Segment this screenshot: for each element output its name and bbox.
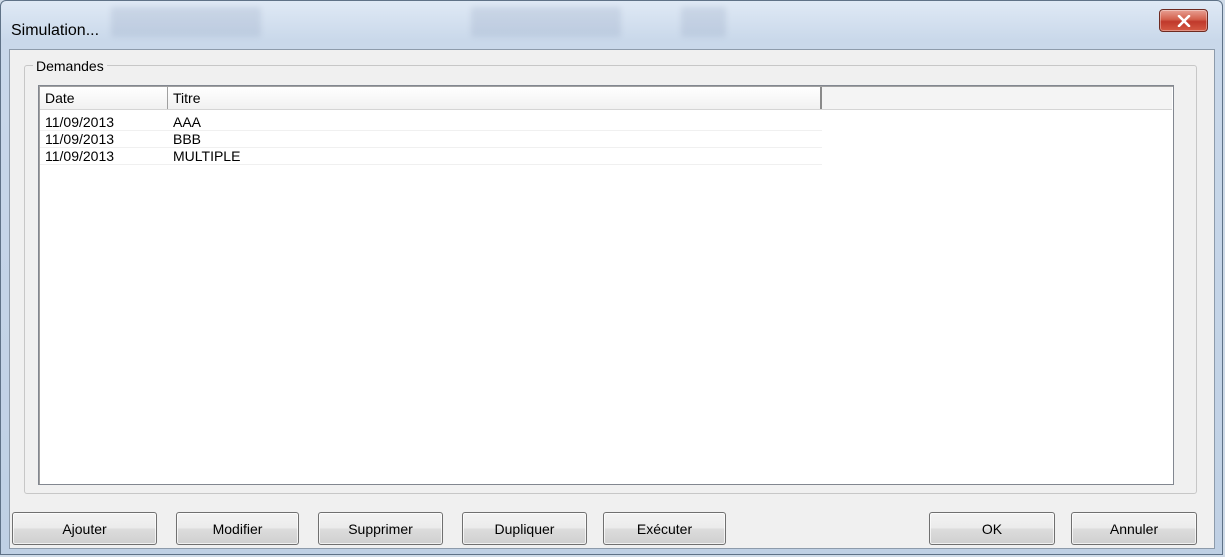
title-bar[interactable]: Simulation... (1, 1, 1222, 49)
dialog-client-area: Demandes Date Titre 11/09/2013 AAA 11/09… (9, 49, 1215, 549)
modifier-button[interactable]: Modifier (176, 512, 299, 545)
list-row[interactable]: 11/09/2013 MULTIPLE (40, 148, 822, 165)
dupliquer-button[interactable]: Dupliquer (462, 512, 587, 545)
demandes-list[interactable]: Date Titre 11/09/2013 AAA 11/09/2013 BBB… (38, 85, 1174, 485)
close-icon (1177, 14, 1191, 27)
row-titre: BBB (173, 131, 202, 147)
ajouter-button[interactable]: Ajouter (12, 512, 157, 545)
annuler-button[interactable]: Annuler (1071, 512, 1197, 545)
supprimer-button[interactable]: Supprimer (318, 512, 443, 545)
row-date: 11/09/2013 (45, 148, 115, 164)
list-rows: 11/09/2013 AAA 11/09/2013 BBB 11/09/2013… (40, 114, 822, 165)
row-date: 11/09/2013 (45, 131, 115, 147)
window-title: Simulation... (11, 22, 100, 39)
ok-button[interactable]: OK (929, 512, 1055, 545)
list-header: Date Titre (40, 87, 1172, 110)
executer-button[interactable]: Exécuter (603, 512, 726, 545)
list-row[interactable]: 11/09/2013 BBB (40, 131, 822, 148)
column-header-titre[interactable]: Titre (168, 87, 822, 109)
row-titre: AAA (173, 114, 202, 130)
list-row[interactable]: 11/09/2013 AAA (40, 114, 822, 131)
row-date: 11/09/2013 (45, 114, 115, 130)
row-titre: MULTIPLE (173, 148, 241, 164)
groupbox-label: Demandes (33, 58, 107, 74)
simulation-dialog: Simulation... Demandes Date Titre 11/09/… (0, 0, 1223, 555)
close-button[interactable] (1159, 9, 1208, 32)
column-header-date[interactable]: Date (40, 87, 168, 109)
